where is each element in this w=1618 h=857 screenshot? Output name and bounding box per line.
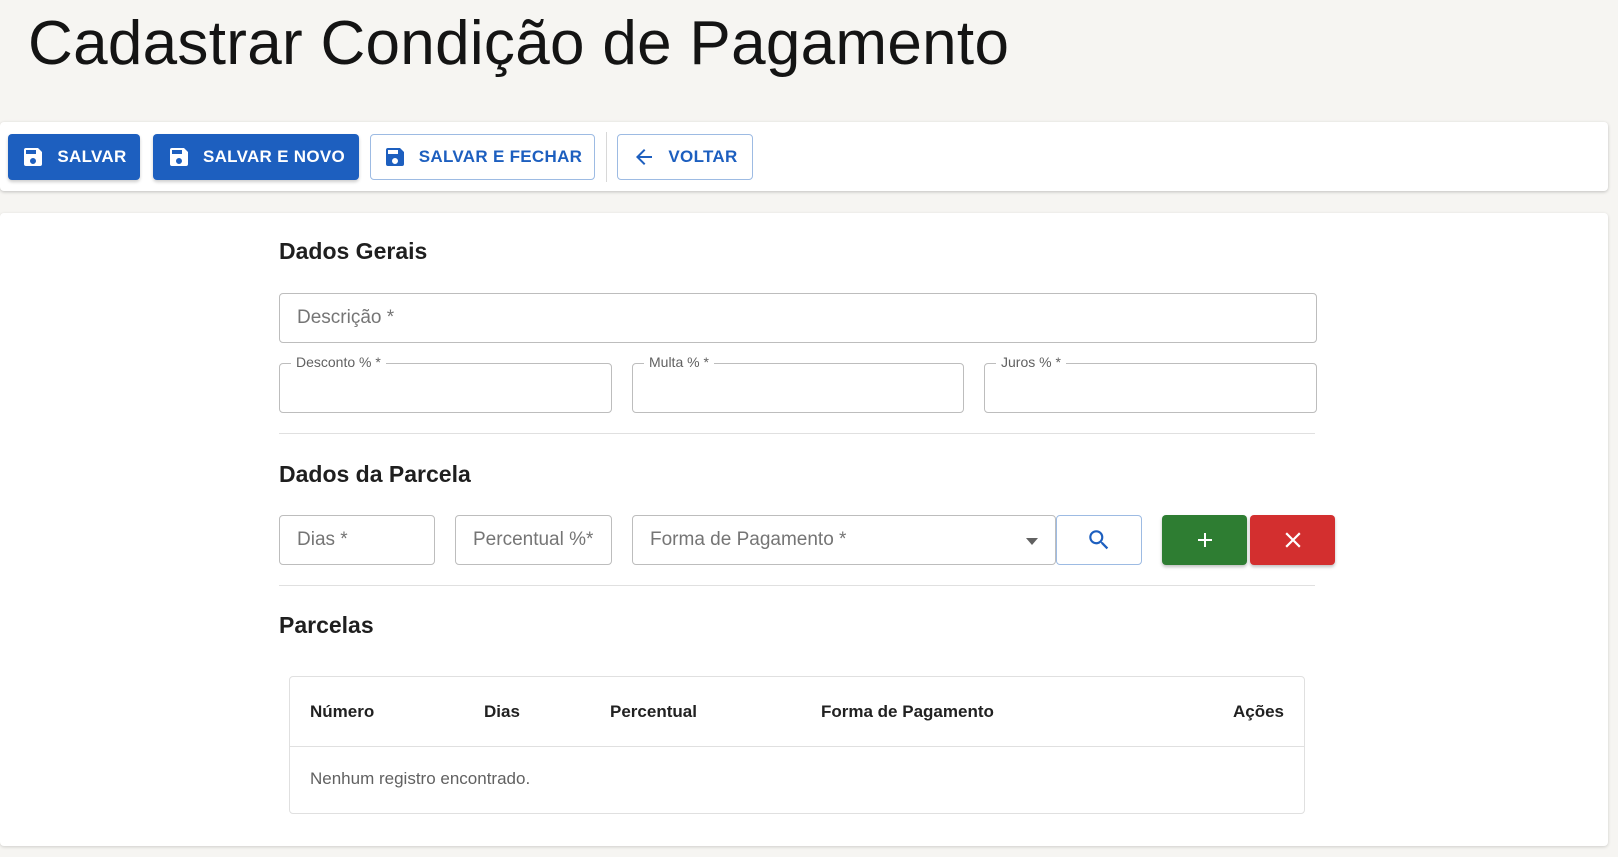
arrow-left-icon <box>636 149 653 165</box>
section-divider <box>279 585 1315 586</box>
percent-placeholder: Percentual %* <box>473 529 594 550</box>
column-header-days[interactable]: Dias <box>484 702 520 722</box>
payment-method-select[interactable]: Forma de Pagamento * <box>632 515 1056 565</box>
days-placeholder: Dias * <box>297 529 348 550</box>
fine-label: Multa % * <box>644 354 714 370</box>
table-header-divider <box>290 746 1304 747</box>
save-button[interactable]: SALVAR <box>8 134 140 180</box>
save-icon <box>169 148 188 166</box>
save-and-close-button[interactable]: SALVAR E FECHAR <box>370 134 595 180</box>
section-divider <box>279 433 1315 434</box>
days-field[interactable]: Dias * <box>279 515 435 565</box>
column-header-payment-method[interactable]: Forma de Pagamento <box>821 702 994 722</box>
plus-icon <box>1197 533 1212 547</box>
save-icon <box>24 148 43 166</box>
general-section-title: Dados Gerais <box>279 238 428 264</box>
close-icon <box>1284 532 1301 548</box>
save-and-close-button-label: SALVAR E FECHAR <box>418 147 583 166</box>
fine-field[interactable]: Multa % * <box>632 354 964 413</box>
save-and-new-button[interactable]: SALVAR E NOVO <box>153 134 359 180</box>
description-field[interactable]: Descrição * <box>279 293 1317 343</box>
action-toolbar: SALVAR SALVAR E NOVO SALVAR E FECHAR VOL… <box>0 122 1608 191</box>
description-placeholder: Descrição * <box>297 307 395 328</box>
page-title: Cadastrar Condição de Pagamento <box>28 9 1010 78</box>
column-header-actions: Ações <box>1232 702 1284 721</box>
back-button-label: VOLTAR <box>668 147 738 166</box>
clear-installment-button[interactable] <box>1250 515 1335 565</box>
search-icon <box>1089 530 1109 550</box>
add-installment-button[interactable] <box>1162 515 1247 565</box>
payment-method-placeholder: Forma de Pagamento * <box>650 529 847 550</box>
percent-field[interactable]: Percentual %* <box>455 515 612 565</box>
caret-down-icon <box>1026 538 1038 545</box>
discount-field[interactable]: Desconto % * <box>279 354 612 413</box>
empty-table-message: Nenhum registro encontrado. <box>310 769 531 788</box>
column-header-percent[interactable]: Percentual <box>610 702 697 722</box>
save-and-new-button-label: SALVAR E NOVO <box>202 147 346 166</box>
interest-field[interactable]: Juros % * <box>984 354 1317 413</box>
toolbar-divider <box>606 132 607 182</box>
discount-label: Desconto % * <box>291 354 386 370</box>
installments-section-title: Parcelas <box>279 612 374 638</box>
search-payment-method-button[interactable] <box>1056 515 1142 565</box>
save-button-label: SALVAR <box>57 147 127 166</box>
installments-table: Número Dias Percentual Forma de Pagament… <box>289 676 1305 814</box>
interest-label: Juros % * <box>996 354 1066 370</box>
save-icon <box>385 148 404 166</box>
column-header-number[interactable]: Número <box>310 702 374 722</box>
installment-section-title: Dados da Parcela <box>279 461 471 487</box>
back-button[interactable]: VOLTAR <box>617 134 753 180</box>
